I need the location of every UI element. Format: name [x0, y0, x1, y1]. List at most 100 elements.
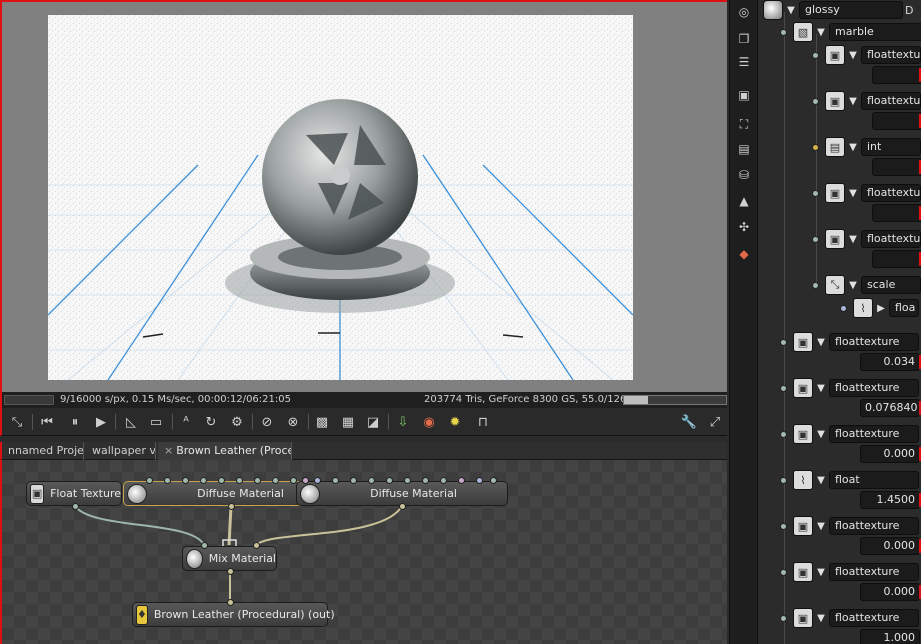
collapse-arrow-icon[interactable]: ▼ — [845, 280, 861, 291]
collapse-arrow-icon[interactable]: ▼ — [813, 27, 829, 38]
nested-value-5[interactable] — [872, 250, 921, 268]
collapse-arrow-icon[interactable]: ▼ — [845, 142, 861, 153]
tab-unnamed-project[interactable]: nnamed Project — [2, 442, 84, 460]
collapse-arrow-icon[interactable]: ▼ — [845, 188, 861, 199]
clay-icon[interactable]: ▩ — [313, 413, 331, 431]
input-pin[interactable] — [182, 477, 189, 484]
int-icon[interactable]: ▤ — [735, 140, 753, 158]
list-icon[interactable]: ☰ — [735, 53, 753, 71]
collapse-arrow-icon[interactable]: ▼ — [813, 337, 829, 348]
input-pin[interactable] — [490, 477, 497, 484]
collapse-arrow-icon[interactable]: ▼ — [845, 50, 861, 61]
collapse-arrow-icon[interactable]: ▼ — [813, 567, 829, 578]
rewind-icon[interactable]: ⏮ — [38, 413, 56, 431]
pause-icon[interactable]: ⏸ — [66, 413, 84, 431]
output-pin[interactable] — [72, 503, 79, 510]
lock-icon[interactable]: ⊓ — [474, 413, 492, 431]
nested-value-4[interactable] — [872, 204, 921, 222]
monitor-icon[interactable]: ▭ — [147, 413, 165, 431]
checker-icon[interactable]: ▦ — [339, 413, 357, 431]
input-pin[interactable] — [253, 542, 260, 549]
tab-wallpaper[interactable]: wallpaper v2 — [86, 442, 156, 460]
param-type-field[interactable]: float — [829, 471, 919, 489]
input-pin[interactable] — [254, 477, 261, 484]
scale-child-field[interactable]: floa — [889, 299, 919, 317]
input-pin[interactable] — [440, 477, 447, 484]
sparkle-icon[interactable]: ✹ — [446, 413, 464, 431]
param-type-field[interactable]: floattexture — [829, 609, 919, 627]
collapse-arrow-icon[interactable]: ▼ — [813, 475, 829, 486]
param-value-6[interactable]: 0.000 — [860, 583, 920, 601]
input-pin[interactable] — [422, 477, 429, 484]
param-value-3[interactable]: 0.000 — [860, 445, 920, 463]
input-pin[interactable] — [236, 477, 243, 484]
input-pin[interactable] — [350, 477, 357, 484]
input-pin[interactable] — [146, 477, 153, 484]
transform-icon[interactable]: ✣ — [735, 218, 753, 236]
tab-brown-leather[interactable]: ×Brown Leather (Procedural) — [158, 442, 292, 460]
nested-type-field[interactable]: int — [861, 138, 921, 156]
object-icon[interactable]: ⛁ — [735, 166, 753, 184]
param-value-2[interactable]: 0.076840 — [860, 399, 920, 417]
output-pin[interactable] — [227, 568, 234, 575]
output-pin[interactable] — [228, 503, 235, 510]
settings-icon[interactable]: ⚙ — [228, 413, 246, 431]
material-type-select[interactable]: glossy — [799, 1, 903, 19]
export-icon[interactable]: ⇩ — [394, 413, 412, 431]
input-pin[interactable] — [272, 477, 279, 484]
input-pin[interactable] — [227, 599, 234, 606]
expand-arrow-icon[interactable]: ▶ — [873, 303, 889, 314]
param-value-5[interactable]: 0.000 — [860, 537, 920, 555]
recenter-icon[interactable]: ⤡ — [8, 413, 26, 431]
input-pin[interactable] — [218, 477, 225, 484]
param-type-field[interactable]: floattexture — [829, 563, 919, 581]
input-pin[interactable] — [164, 477, 171, 484]
collapse-arrow-icon[interactable]: ▼ — [845, 96, 861, 107]
input-pin[interactable] — [476, 477, 483, 484]
close-icon[interactable]: × — [164, 444, 173, 457]
input-pin[interactable] — [386, 477, 393, 484]
nested-type-field[interactable]: floattextur — [861, 184, 921, 202]
scale-field[interactable]: scale — [861, 276, 921, 294]
collapse-arrow-icon[interactable]: ▼ — [813, 521, 829, 532]
nested-type-field[interactable]: floattextur — [861, 92, 921, 110]
input-pin[interactable] — [201, 542, 208, 549]
fullscreen-icon[interactable]: ⤢ — [706, 413, 724, 431]
input-pin[interactable] — [404, 477, 411, 484]
param-value-7[interactable]: 1.000 — [860, 629, 920, 644]
reload-icon[interactable]: ↻ — [202, 413, 220, 431]
input-pin[interactable] — [290, 477, 297, 484]
param-value-1[interactable]: 0.034 — [860, 353, 920, 371]
param-type-field[interactable]: floattexture — [829, 333, 919, 351]
render-settings-icon[interactable]: ◎ — [735, 3, 753, 21]
collapse-arrow-icon[interactable]: ▼ — [813, 613, 829, 624]
input-pin[interactable] — [200, 477, 207, 484]
nested-value-3[interactable] — [872, 158, 921, 176]
nested-type-field[interactable]: floattextur — [861, 230, 921, 248]
param-type-field[interactable]: floattexture — [829, 379, 919, 397]
nested-value-2[interactable] — [872, 112, 921, 130]
emission-icon[interactable]: ◆ — [735, 245, 753, 263]
collapse-arrow-icon[interactable]: ▼ — [783, 5, 799, 16]
measure-icon[interactable]: ◺ — [122, 413, 140, 431]
render-viewport[interactable] — [0, 0, 727, 392]
lock-render-icon[interactable]: ⊗ — [284, 413, 302, 431]
input-pin[interactable] — [458, 477, 465, 484]
nested-type-field[interactable]: floattextur — [861, 46, 921, 64]
wrench-icon[interactable]: 🔧 — [680, 413, 698, 431]
input-pin[interactable] — [302, 477, 309, 484]
param-type-field[interactable]: floattexture — [829, 517, 919, 535]
collapse-arrow-icon[interactable]: ▼ — [813, 383, 829, 394]
stop-render-icon[interactable]: ⊘ — [258, 413, 276, 431]
node-graph-editor[interactable]: ▣ Float Texture Diffuse Material Diffuse… — [0, 460, 727, 644]
image-icon[interactable]: ▣ — [735, 86, 753, 104]
layers-icon[interactable]: ❐ — [735, 30, 753, 48]
input-pin[interactable] — [314, 477, 321, 484]
input-pin[interactable] — [368, 477, 375, 484]
input-pin[interactable] — [332, 477, 339, 484]
param-type-field[interactable]: floattexture — [829, 425, 919, 443]
texture-icon[interactable]: ▲ — [735, 192, 753, 210]
collapse-arrow-icon[interactable]: ▼ — [845, 234, 861, 245]
alpha-icon[interactable]: ◪ — [364, 413, 382, 431]
param-value-4[interactable]: 1.4500 — [860, 491, 920, 509]
